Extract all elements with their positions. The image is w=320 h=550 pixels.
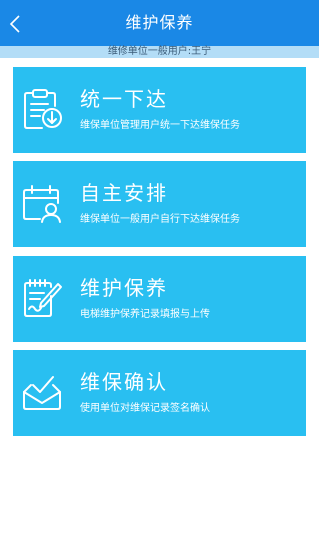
card-title: 统一下达 bbox=[80, 87, 168, 111]
inbox-check-icon bbox=[23, 376, 61, 410]
menu-card-unified-dispatch[interactable]: 统一下达 维保单位管理用户统一下达维保任务 bbox=[13, 67, 306, 153]
current-user-bar: 维修单位一般用户:王宁 bbox=[0, 46, 319, 58]
card-description: 使用单位对维保记录签名确认 bbox=[80, 403, 210, 414]
menu-card-confirm[interactable]: 维保确认 使用单位对维保记录签名确认 bbox=[13, 350, 306, 436]
card-description: 维保单位一般用户自行下达维保任务 bbox=[80, 214, 240, 225]
app-header: 维护保养 bbox=[0, 0, 319, 46]
card-title: 自主安排 bbox=[80, 181, 168, 205]
menu-card-maintenance[interactable]: 维护保养 电梯维护保养记录填报与上传 bbox=[13, 256, 306, 342]
card-title: 维保确认 bbox=[80, 370, 168, 394]
chevron-left-icon bbox=[9, 15, 20, 33]
clipboard-download-icon bbox=[24, 89, 62, 129]
card-description: 维保单位管理用户统一下达维保任务 bbox=[80, 120, 240, 131]
menu-card-self-arrange[interactable]: 自主安排 维保单位一般用户自行下达维保任务 bbox=[13, 161, 306, 247]
back-button[interactable] bbox=[4, 9, 26, 39]
card-title: 维护保养 bbox=[80, 276, 168, 300]
card-description: 电梯维护保养记录填报与上传 bbox=[80, 309, 210, 320]
calendar-user-icon bbox=[23, 185, 61, 223]
page-title: 维护保养 bbox=[125, 13, 194, 32]
notepad-pencil-icon bbox=[24, 279, 62, 317]
